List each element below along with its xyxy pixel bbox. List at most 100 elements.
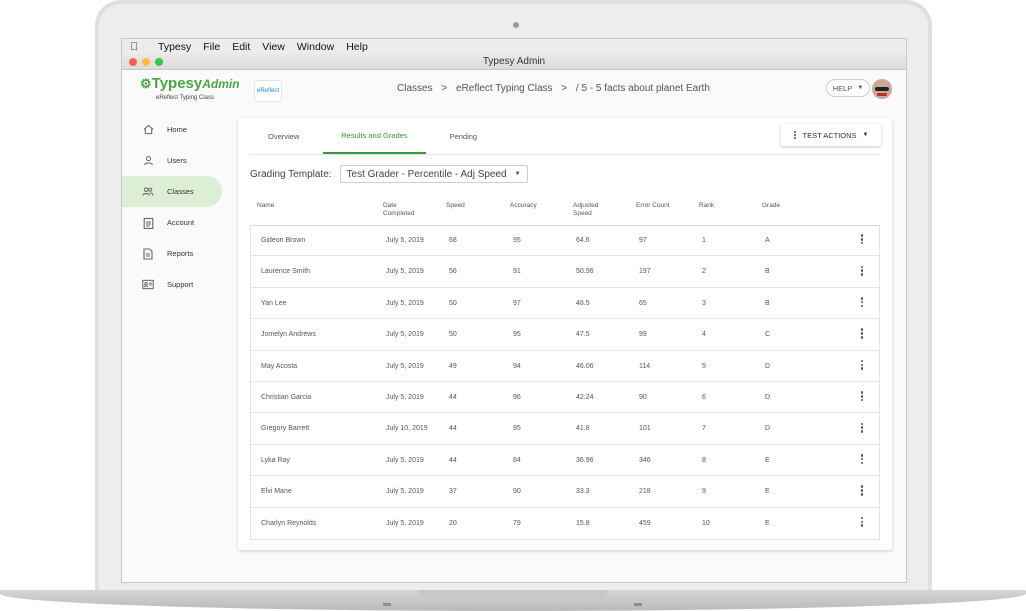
- cell-name: Yan Lee: [261, 299, 287, 307]
- more-vertical-icon[interactable]: [860, 421, 864, 435]
- breadcrumb-test: / 5 - 5 facts about planet Earth: [575, 83, 710, 94]
- table-header: Name Date Completed Speed Accuracy Adjus…: [250, 198, 880, 226]
- cell-error-count: 101: [639, 425, 651, 433]
- breadcrumb-separator: >: [441, 83, 448, 94]
- table-row[interactable]: Gideon Brown July 5, 2019 68 95 64.6 97 1 A: [251, 225, 879, 257]
- more-vertical-icon[interactable]: [860, 233, 864, 247]
- cell-accuracy: 91: [513, 268, 521, 276]
- cell-grade: D: [765, 425, 771, 433]
- results-table: Gideon Brown July 5, 2019 68 95 64.6 97 1 A Laur…: [250, 225, 880, 540]
- grading-template: Grading Template: Test Grader - Percenti…: [250, 165, 528, 183]
- contact-card-icon: [142, 279, 154, 291]
- minimize-window-icon[interactable]: [142, 58, 150, 66]
- menu-typesy[interactable]: Typesy: [158, 41, 191, 53]
- grading-template-select[interactable]: Test Grader - Percentile - Adj Speed ▼: [339, 165, 528, 183]
- more-vertical-icon[interactable]: [860, 484, 864, 498]
- test-actions-button[interactable]: TEST ACTIONS ▼: [781, 124, 881, 146]
- more-vertical-icon[interactable]: [860, 296, 864, 310]
- cell-accuracy: 94: [513, 362, 521, 370]
- cell-speed: 68: [449, 237, 457, 244]
- more-vertical-icon[interactable]: [860, 516, 864, 530]
- cell-adjusted-speed: 36.96: [576, 456, 594, 464]
- breadcrumb-class[interactable]: eReflect Typing Class: [456, 83, 553, 94]
- cell-speed: 44: [449, 393, 457, 401]
- table-row[interactable]: Elvi Mane July 5, 2019 37 90 33.3 218 9 E: [251, 476, 879, 508]
- tab-results-and-grades[interactable]: Results and Grades: [323, 118, 426, 154]
- home-icon: [142, 124, 154, 136]
- clipboard-icon: [142, 217, 154, 229]
- cell-speed: 20: [449, 519, 457, 527]
- sidebar-item-reports[interactable]: Reports: [122, 238, 224, 269]
- cell-error-count: 197: [639, 268, 651, 276]
- table-row[interactable]: Gregory Barrett July 10, 2019 44 95 41.8 101 7…: [251, 413, 879, 445]
- table-row[interactable]: Jomelyn Andrews July 5, 2019 50 95 47.5 99 4 C: [251, 319, 879, 351]
- menu-view[interactable]: View: [262, 41, 285, 53]
- avatar[interactable]: [872, 79, 892, 99]
- column-header-date-completed[interactable]: Date Completed: [383, 202, 414, 218]
- more-vertical-icon[interactable]: [860, 390, 864, 404]
- column-header-error-count[interactable]: Error Count: [636, 202, 670, 210]
- table-row[interactable]: May Acosta July 5, 2019 49 94 46.06 114 5 D: [251, 351, 879, 382]
- more-vertical-icon[interactable]: [860, 359, 864, 373]
- column-header-rank[interactable]: Rank: [699, 202, 714, 210]
- menu-window[interactable]: Window: [297, 41, 334, 53]
- help-label: HELP: [832, 83, 853, 93]
- apple-icon[interactable]: : [130, 41, 144, 53]
- column-header-name[interactable]: Name: [257, 202, 274, 210]
- cell-date-completed: July 5, 2019: [386, 519, 424, 527]
- cell-grade: E: [765, 519, 770, 527]
- cell-date-completed: July 5, 2019: [386, 299, 424, 307]
- typesy-logo-icon: ⚙: [140, 76, 152, 91]
- column-header-speed[interactable]: Speed: [446, 202, 465, 210]
- table-row[interactable]: Christian Garcia July 5, 2019 44 96 42.24 90 6…: [251, 382, 879, 414]
- menu-file[interactable]: File: [203, 41, 220, 53]
- menu-help[interactable]: Help: [346, 41, 368, 53]
- sidebar-item-users[interactable]: Users: [122, 145, 224, 176]
- sidebar-item-account[interactable]: Account: [122, 207, 224, 238]
- cell-error-count: 99: [639, 331, 647, 339]
- cell-adjusted-speed: 50.96: [576, 268, 594, 276]
- cell-date-completed: July 5, 2019: [386, 488, 424, 496]
- table-row[interactable]: Yan Lee July 5, 2019 50 97 48.5 65 3 B: [251, 288, 879, 320]
- menu-edit[interactable]: Edit: [232, 41, 250, 53]
- cell-accuracy: 84: [513, 456, 521, 464]
- column-header-adjusted-speed[interactable]: Adjusted Speed: [573, 202, 598, 218]
- tab-overview[interactable]: Overview: [250, 118, 317, 154]
- cell-speed: 50: [449, 331, 457, 339]
- cell-error-count: 218: [639, 488, 651, 496]
- brand-logo[interactable]: ⚙TypesyAdmin eReflect Typing Class eRefl…: [140, 75, 282, 102]
- more-vertical-icon[interactable]: [860, 264, 864, 278]
- sidebar-item-support[interactable]: Support: [122, 269, 224, 300]
- cell-name: Charlyn Reynolds: [261, 519, 317, 527]
- cell-date-completed: July 5, 2019: [386, 362, 424, 370]
- table-row[interactable]: Charlyn Reynolds July 5, 2019 20 79 15.8 459 1…: [251, 508, 879, 539]
- sidebar-item-label: Classes: [167, 187, 194, 196]
- more-vertical-icon[interactable]: [860, 453, 864, 467]
- title-bar: Typesy Admin: [122, 54, 906, 70]
- column-header-grade[interactable]: Grade: [762, 202, 780, 210]
- breadcrumb: Classes > eReflect Typing Class > / 5 - …: [397, 83, 716, 94]
- table-row[interactable]: Laurence Smith July 5, 2019 56 91 50.96 197 2 B: [251, 256, 879, 288]
- brand-admin: Admin: [202, 77, 240, 91]
- sidebar-item-home[interactable]: Home: [122, 114, 224, 145]
- cell-grade: B: [765, 299, 770, 307]
- classes-icon: [142, 186, 154, 198]
- sidebar-item-classes[interactable]: Classes: [122, 176, 222, 207]
- cell-speed: 37: [449, 488, 457, 496]
- cell-error-count: 65: [639, 299, 647, 307]
- close-window-icon[interactable]: [129, 58, 137, 66]
- cell-rank: 10: [702, 519, 710, 527]
- cell-date-completed: July 5, 2019: [386, 237, 424, 244]
- help-button[interactable]: HELP ▼: [826, 79, 870, 97]
- column-header-accuracy[interactable]: Accuracy: [510, 202, 537, 210]
- more-vertical-icon[interactable]: [860, 327, 864, 341]
- cell-name: Lyka Ray: [261, 456, 290, 464]
- cell-grade: B: [765, 268, 770, 276]
- maximize-window-icon[interactable]: [155, 58, 163, 66]
- cell-name: Gregory Barrett: [261, 425, 310, 433]
- breadcrumb-classes[interactable]: Classes: [397, 83, 433, 94]
- tab-bar: Overview Results and Grades Pending: [250, 118, 501, 154]
- table-row[interactable]: Lyka Ray July 5, 2019 44 84 36.96 346 8 E: [251, 445, 879, 477]
- cell-speed: 44: [449, 425, 457, 433]
- tab-pending[interactable]: Pending: [432, 118, 496, 154]
